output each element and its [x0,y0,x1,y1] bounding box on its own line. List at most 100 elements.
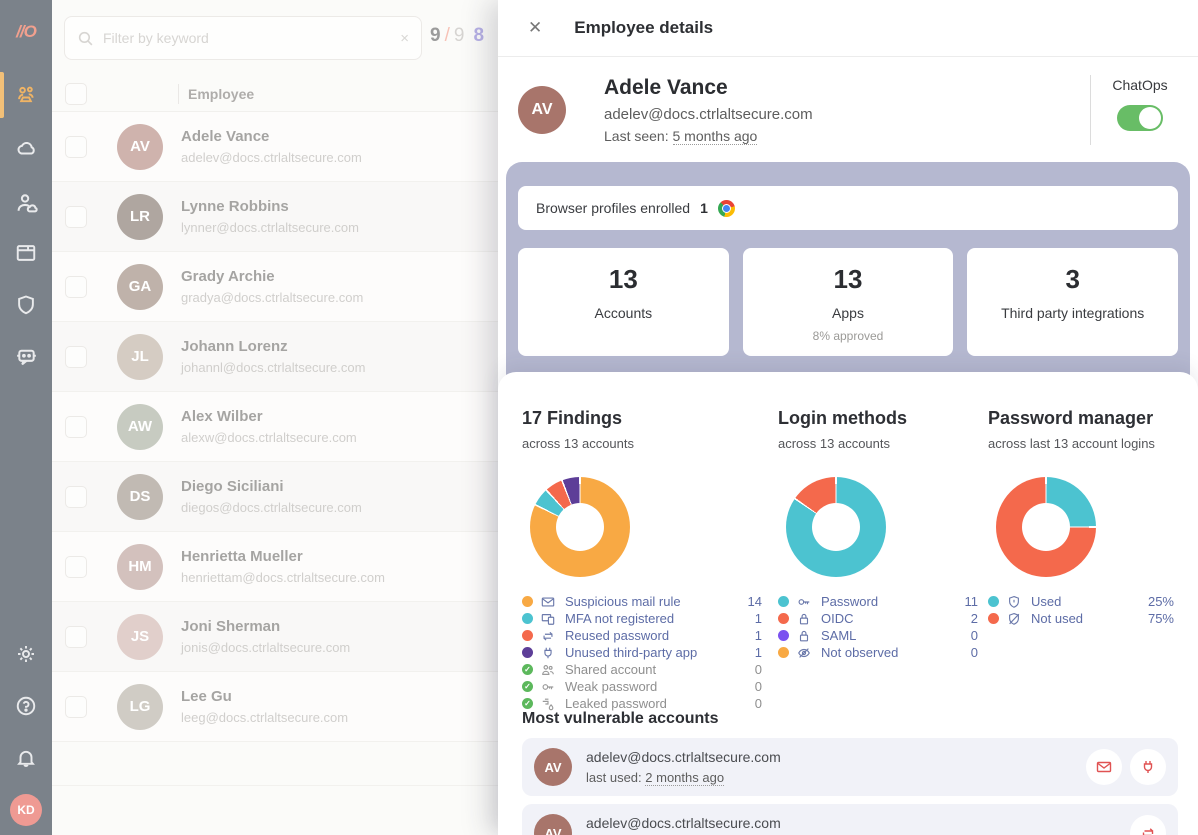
close-icon[interactable]: ✕ [528,18,542,38]
legend-item[interactable]: Shared account 0 [522,661,762,678]
legend-item[interactable]: Not observed0 [778,644,978,661]
search-input[interactable] [103,30,391,46]
avatar: JS [117,614,163,660]
check-circle-icon [522,698,533,709]
last-used-value[interactable]: 2 months ago [645,770,724,786]
legend-dot [778,647,789,658]
legend-label: Weak password [565,679,747,694]
table-row[interactable]: GA Grady Archiegradya@docs.ctrlaltsecure… [52,252,498,322]
vulnerable-account-row[interactable]: AV adelev@docs.ctrlaltsecure.com last us… [522,738,1178,796]
legend-dot [778,596,789,607]
sidebar-item-browser[interactable] [0,231,52,275]
table-row[interactable]: AV Adele Vanceadelev@docs.ctrlaltsecure.… [52,112,498,182]
table-row[interactable]: JL Johann Lorenzjohannl@docs.ctrlaltsecu… [52,322,498,392]
row-checkbox[interactable] [65,416,87,438]
row-checkbox[interactable] [65,626,87,648]
select-all-checkbox[interactable] [65,83,87,105]
shield-icon [15,294,37,316]
suspicious-mail-finding-icon[interactable] [1086,749,1122,785]
employee-email: alexw@docs.ctrlaltsecure.com [181,430,357,445]
legend-dot [522,647,533,658]
row-checkbox[interactable] [65,556,87,578]
table-row[interactable]: JS Joni Shermanjonis@docs.ctrlaltsecure.… [52,602,498,672]
legend-item[interactable]: MFA not registered1 [522,610,762,627]
stat-card-integrations[interactable]: 3 Third party integrations [967,248,1178,356]
employee-name: Joni Sherman [181,618,350,635]
legend-label: Not used [1031,611,1140,626]
last-seen-value[interactable]: 5 months ago [673,128,758,145]
row-checkbox[interactable] [65,696,87,718]
user-avatar[interactable]: KD [10,794,42,826]
legend-item[interactable]: OIDC2 [778,610,978,627]
legend-item[interactable]: Reused password1 [522,627,762,644]
stat-card-accounts[interactable]: 13 Accounts [518,248,729,356]
profile-section: AV Adele Vance adelev@docs.ctrlaltsecure… [498,57,1198,162]
legend-item[interactable]: Suspicious mail rule14 [522,593,762,610]
password-manager-column: Password manager across last 13 account … [988,408,1174,627]
reused-password-finding-icon[interactable] [1130,815,1166,835]
legend-dot [522,630,533,641]
sidebar-item-help[interactable] [0,684,52,728]
legend-dot [522,613,533,624]
row-checkbox[interactable] [65,346,87,368]
sidebar-item-security[interactable] [0,283,52,327]
chatops-toggle[interactable] [1117,105,1163,131]
sidebar-item-settings[interactable] [0,632,52,676]
login-methods-column: Login methods across 13 accounts Passwor… [778,408,978,661]
sidebar-item-chatbot[interactable] [0,334,52,378]
list-footer-divider [52,742,498,786]
clear-search-icon[interactable]: × [400,30,409,47]
legend-label: Shared account [565,662,747,677]
table-row[interactable]: DS Diego Sicilianidiegos@docs.ctrlaltsec… [52,462,498,532]
account-email: adelev@docs.ctrlaltsecure.com [586,815,1130,831]
sidebar-item-employees[interactable] [0,73,52,117]
row-checkbox[interactable] [65,276,87,298]
chart-title: 17 Findings [522,408,762,429]
sidebar-item-cloud[interactable] [0,126,52,170]
legend-item[interactable]: Used25% [988,593,1174,610]
legend-item[interactable]: Unused third-party app1 [522,644,762,661]
table-row[interactable]: LG Lee Guleeg@docs.ctrlaltsecure.com [52,672,498,742]
help-icon [15,695,37,717]
counter-total: 9 [454,25,465,46]
chart-title: Login methods [778,408,978,429]
browser-profiles-label: Browser profiles enrolled [536,200,690,216]
sidebar-item-identities[interactable] [0,181,52,225]
panel-title: Employee details [574,18,713,38]
legend-item[interactable]: Weak password0 [522,678,762,695]
table-row[interactable]: HM Henrietta Muellerhenriettam@docs.ctrl… [52,532,498,602]
sidebar-item-notifications[interactable] [0,736,52,780]
devices-icon [541,612,557,626]
legend-count: 25% [1148,594,1174,609]
search-box[interactable]: × [64,16,422,60]
row-checkbox[interactable] [65,136,87,158]
chart-subtitle: across 13 accounts [522,436,762,451]
vulnerable-account-row[interactable]: AV adelev@docs.ctrlaltsecure.com last us… [522,804,1178,835]
legend-item[interactable]: Not used75% [988,610,1174,627]
table-row[interactable]: LR Lynne Robbinslynner@docs.ctrlaltsecur… [52,182,498,252]
unused-app-finding-icon[interactable] [1130,749,1166,785]
chart-title: Password manager [988,408,1174,429]
legend-label: OIDC [821,611,963,626]
chrome-icon [718,200,735,217]
profile-name: Adele Vance [604,76,813,100]
employee-email: johannl@docs.ctrlaltsecure.com [181,360,365,375]
stat-card-apps[interactable]: 13 Apps 8% approved [743,248,954,356]
findings-card: 17 Findings across 13 accounts Suspiciou… [498,372,1198,835]
leak-icon [541,697,557,711]
stat-value: 3 [967,264,1178,295]
row-checkbox[interactable] [65,206,87,228]
legend-item[interactable]: Password11 [778,593,978,610]
legend-label: Unused third-party app [565,645,747,660]
avatar: LR [117,194,163,240]
legend-count: 0 [755,662,762,677]
row-checkbox[interactable] [65,486,87,508]
legend-item[interactable]: SAML0 [778,627,978,644]
stat-sub: 8% approved [743,329,954,343]
findings-donut-chart [530,477,630,577]
chatops-label: ChatOps [1100,77,1180,93]
legend-label: SAML [821,628,963,643]
table-row[interactable]: AW Alex Wilberalexw@docs.ctrlaltsecure.c… [52,392,498,462]
last-used: last used: 2 months ago [586,770,1086,785]
last-seen: Last seen: 5 months ago [604,128,813,144]
